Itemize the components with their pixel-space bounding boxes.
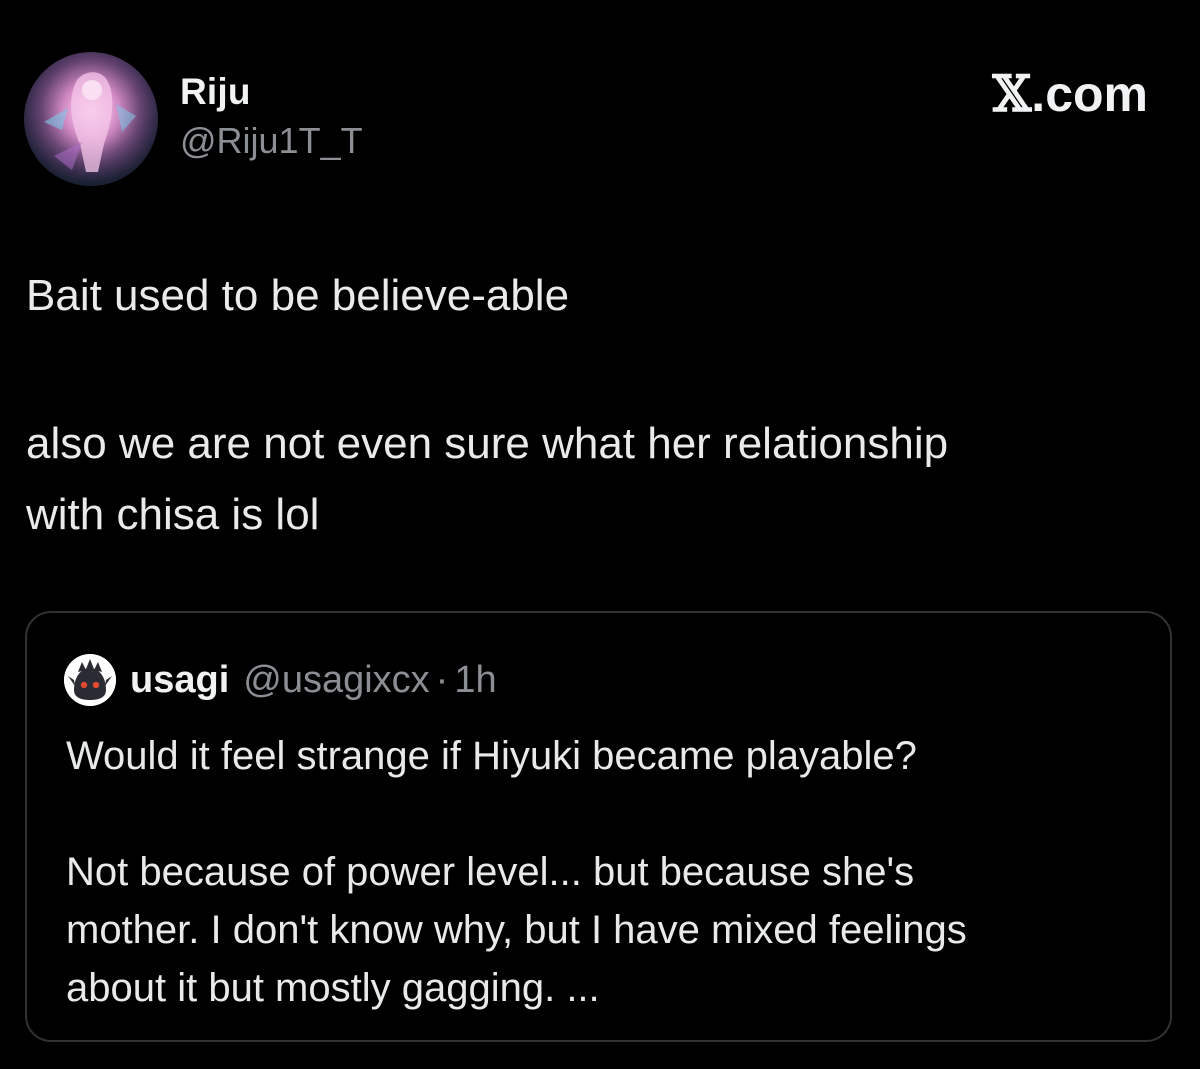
quoted-tweet-text: Would it feel strange if Hiyuki became p… bbox=[66, 727, 1146, 1017]
spiky-creature-avatar-icon[interactable] bbox=[64, 654, 116, 706]
quoted-line-2: Not because of power level... but becaus… bbox=[66, 850, 915, 894]
author-display-name[interactable]: Riju bbox=[180, 70, 363, 114]
author-info: Riju @Riju1T_T bbox=[180, 70, 363, 164]
quoted-tweet-header: usagi @usagixcx · 1h bbox=[64, 654, 497, 706]
tweet-text: Bait used to be believe-able also we are… bbox=[26, 260, 1166, 550]
x-com-logo: 𝕏.com bbox=[993, 64, 1149, 124]
quoted-display-name[interactable]: usagi bbox=[130, 659, 229, 702]
x-logo-icon: 𝕏 bbox=[992, 64, 1032, 123]
brand-suffix: .com bbox=[1031, 66, 1148, 122]
quoted-handle[interactable]: @usagixcx bbox=[243, 659, 429, 702]
tweet-paragraph-1: Bait used to be believe-able bbox=[26, 271, 570, 320]
author-handle[interactable]: @Riju1T_T bbox=[180, 118, 363, 164]
quoted-tweet-card[interactable]: usagi @usagixcx · 1h Would it feel stran… bbox=[25, 611, 1172, 1042]
quoted-timestamp[interactable]: 1h bbox=[454, 659, 496, 702]
quoted-line-3: mother. I don't know why, but I have mix… bbox=[66, 908, 967, 952]
quoted-line-1: Would it feel strange if Hiyuki became p… bbox=[66, 734, 917, 778]
tweet-paragraph-2-line-1: also we are not even sure what her relat… bbox=[26, 419, 949, 468]
quoted-line-4: about it but mostly gagging. ... bbox=[66, 966, 600, 1010]
tweet-paragraph-2-line-2: with chisa is lol bbox=[26, 490, 320, 539]
tweet-header: Riju @Riju1T_T 𝕏.com bbox=[24, 52, 1148, 188]
anime-avatar-icon[interactable] bbox=[24, 52, 158, 186]
dot-separator: · bbox=[435, 658, 449, 701]
